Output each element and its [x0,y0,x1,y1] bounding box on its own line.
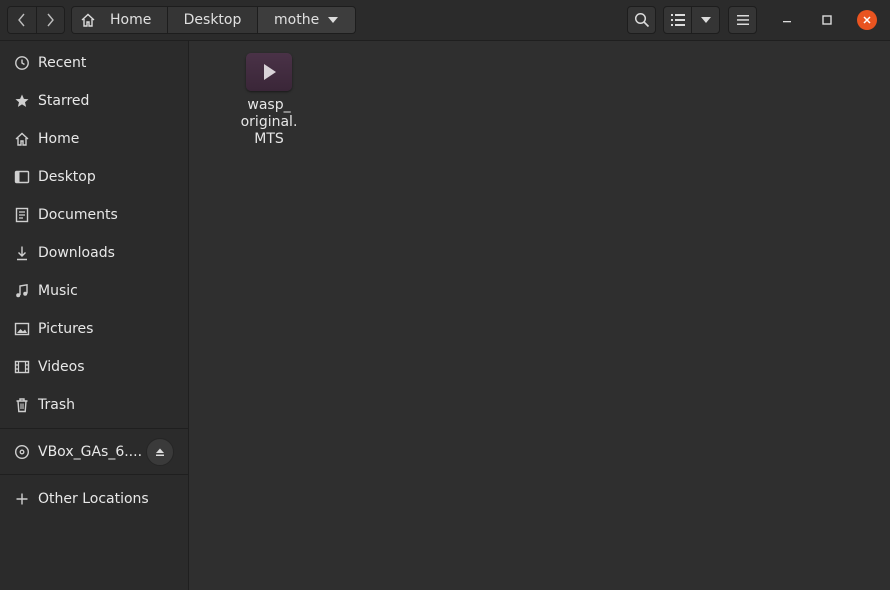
sidebar-item-pictures[interactable]: Pictures [0,310,188,348]
desktop-icon [13,168,31,186]
video-play-icon [246,53,292,91]
plus-icon [13,490,31,508]
list-view-button[interactable] [664,7,691,33]
sidebar-item-label: Pictures [38,321,94,337]
eject-button[interactable] [146,438,174,466]
video-icon [13,358,31,376]
file-name-line: wasp_ original. MTS [240,97,298,147]
sidebar-item-vbox-device[interactable]: VBox_GAs_6.... [0,433,188,471]
chevron-left-icon [18,13,25,27]
chevron-down-icon [328,17,338,23]
sidebar-item-trash[interactable]: Trash [0,386,188,424]
sidebar: Recent Starred Home Desktop Documents Do… [0,41,189,590]
sidebar-item-other-locations[interactable]: Other Locations [0,480,188,518]
navigation-buttons [7,6,65,34]
file-name: wasp_ original. MTS [231,97,307,148]
sidebar-item-label: Downloads [38,245,115,261]
sidebar-item-label: Videos [38,359,85,375]
sidebar-item-label: Recent [38,55,87,71]
breadcrumb-desktop-label: Desktop [183,12,242,28]
breadcrumb-home[interactable]: Home [72,7,167,33]
file-view: wasp_ original. MTS [190,41,890,590]
sidebar-item-label: VBox_GAs_6.... [38,444,143,460]
breadcrumb: Home Desktop mothe [71,6,356,34]
file-item[interactable]: wasp_ original. MTS [234,53,304,148]
view-dropdown-button[interactable] [691,7,719,33]
sidebar-separator [0,428,188,429]
hamburger-menu-icon [736,15,749,25]
minimize-button[interactable] [777,10,797,30]
maximize-button[interactable] [817,10,837,30]
view-options-group [663,6,720,34]
maximize-icon [822,15,832,25]
search-icon [634,12,649,28]
home-icon [13,130,31,148]
close-icon [857,10,877,30]
disc-icon [13,443,31,461]
sidebar-item-recent[interactable]: Recent [0,44,188,82]
clock-icon [13,54,31,72]
sidebar-item-starred[interactable]: Starred [0,82,188,120]
download-icon [13,244,31,262]
breadcrumb-desktop[interactable]: Desktop [167,7,257,33]
breadcrumb-mothe-label: mothe [274,12,320,28]
sidebar-item-label: Music [38,283,78,299]
forward-button[interactable] [35,7,64,33]
sidebar-item-label: Home [38,131,80,147]
music-icon [13,282,31,300]
sidebar-item-videos[interactable]: Videos [0,348,188,386]
sidebar-item-downloads[interactable]: Downloads [0,234,188,272]
breadcrumb-home-label: Home [110,12,152,28]
close-button[interactable] [857,10,877,30]
main-menu-button[interactable] [728,6,757,34]
sidebar-separator [0,474,188,475]
sidebar-item-label: Other Locations [38,491,149,507]
sidebar-item-label: Starred [38,93,90,109]
document-icon [13,206,31,224]
sidebar-item-label: Desktop [38,169,96,185]
trash-icon [13,396,31,414]
home-icon [81,13,95,27]
search-button[interactable] [627,6,656,34]
sidebar-item-desktop[interactable]: Desktop [0,158,188,196]
back-button[interactable] [8,7,36,33]
eject-icon [156,448,164,456]
header-bar: Home Desktop mothe [0,0,890,41]
picture-icon [13,320,31,338]
breadcrumb-mothe[interactable]: mothe [257,7,355,33]
chevron-right-icon [47,13,55,27]
sidebar-item-home[interactable]: Home [0,120,188,158]
star-icon [13,92,31,110]
sidebar-item-label: Trash [38,397,75,413]
list-view-icon [670,14,685,26]
chevron-down-icon [700,17,711,23]
sidebar-item-documents[interactable]: Documents [0,196,188,234]
sidebar-item-music[interactable]: Music [0,272,188,310]
sidebar-item-label: Documents [38,207,118,223]
minimize-icon [783,21,791,23]
